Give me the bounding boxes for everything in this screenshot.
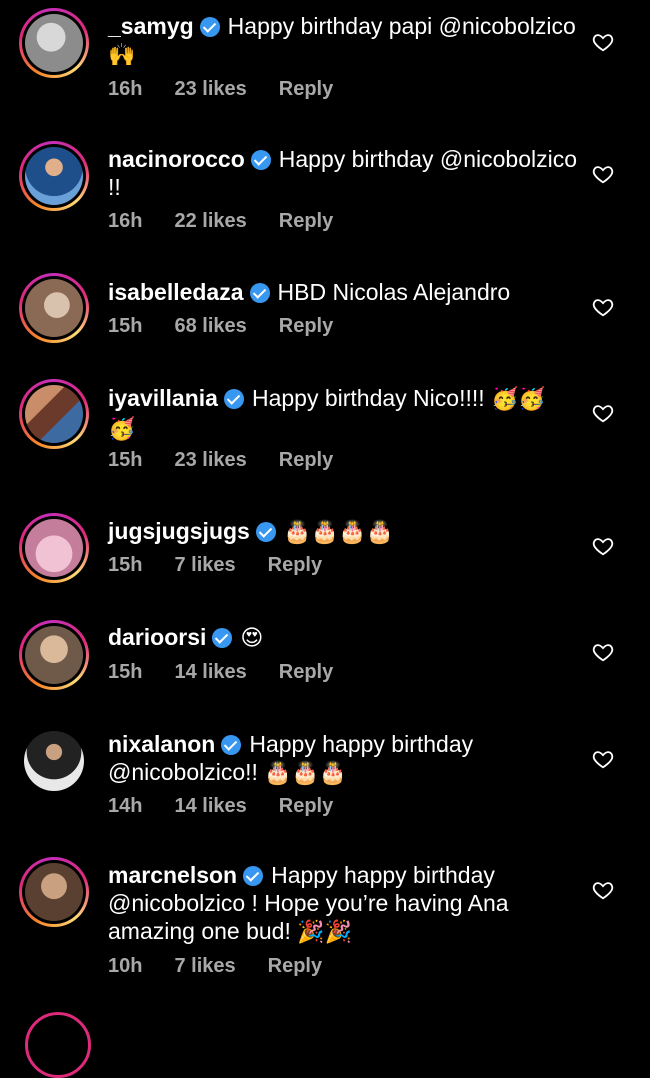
comment-likes[interactable]: 14 likes	[174, 795, 246, 817]
avatar-ring[interactable]	[25, 1012, 91, 1078]
heart-outline-icon[interactable]	[592, 31, 614, 53]
comment-time: 15h	[108, 661, 143, 683]
comment-time: 10h	[108, 955, 143, 977]
comment-likes[interactable]: 23 likes	[174, 78, 246, 100]
avatar	[25, 279, 83, 337]
heart-outline-icon[interactable]	[592, 641, 614, 663]
avatar-ring[interactable]	[19, 379, 89, 449]
comment-username[interactable]: nacinorocco	[108, 146, 245, 172]
avatar	[25, 519, 83, 577]
avatar-ring[interactable]	[19, 141, 89, 211]
heart-outline-icon[interactable]	[592, 296, 614, 318]
comment-username[interactable]: _samyg	[108, 13, 194, 39]
avatar	[25, 863, 83, 921]
avatar-ring[interactable]	[19, 273, 89, 343]
comment-likes[interactable]: 7 likes	[174, 554, 235, 576]
comment-username[interactable]: darioorsi	[108, 624, 206, 650]
comment-likes[interactable]: 23 likes	[174, 449, 246, 471]
verified-badge-icon	[243, 866, 264, 886]
avatar-ring[interactable]	[19, 8, 89, 78]
comment-username[interactable]: marcnelson	[108, 862, 237, 888]
avatar	[25, 147, 83, 205]
heart-outline-icon[interactable]	[592, 879, 614, 901]
comment-emoji: 😍	[240, 626, 264, 651]
comment-time: 16h	[108, 78, 143, 100]
comment-emoji: 🎉🎉	[297, 920, 353, 945]
comment-emoji: 🎂🎂🎂🎂	[283, 520, 394, 545]
verified-badge-icon	[250, 150, 271, 170]
verified-badge-icon	[249, 283, 270, 303]
comment-username[interactable]: isabelledaza	[108, 279, 244, 305]
comment-emoji: 🙌	[108, 43, 136, 68]
comment-text: Happy birthday papi @nicobolzico	[227, 13, 576, 39]
verified-badge-icon	[255, 522, 276, 542]
reply-button[interactable]: Reply	[268, 554, 322, 576]
comment-username[interactable]: nixalanon	[108, 731, 215, 757]
avatar	[25, 385, 83, 443]
avatar	[25, 626, 83, 684]
verified-badge-icon	[199, 17, 220, 37]
comment-likes[interactable]: 22 likes	[174, 210, 246, 232]
comment-text: Happy birthday Nico!!!!	[251, 385, 485, 411]
heart-outline-icon[interactable]	[592, 402, 614, 424]
reply-button[interactable]: Reply	[279, 449, 333, 471]
reply-button[interactable]: Reply	[279, 210, 333, 232]
comment-username[interactable]: iyavillania	[108, 385, 218, 411]
heart-outline-icon[interactable]	[592, 748, 614, 770]
avatar	[25, 14, 83, 72]
comment-likes[interactable]: 68 likes	[174, 315, 246, 337]
avatar-ring[interactable]	[19, 620, 89, 690]
reply-button[interactable]: Reply	[279, 78, 333, 100]
avatar-ring[interactable]	[19, 513, 89, 583]
avatar	[24, 731, 84, 791]
comment-text: HBD Nicolas Alejandro	[277, 279, 511, 305]
comment-time: 16h	[108, 210, 143, 232]
comment-time: 14h	[108, 795, 143, 817]
comment-time: 15h	[108, 554, 143, 576]
comment-likes[interactable]: 14 likes	[174, 661, 246, 683]
reply-button[interactable]: Reply	[279, 795, 333, 817]
reply-button[interactable]: Reply	[268, 955, 322, 977]
verified-badge-icon	[223, 389, 244, 409]
heart-outline-icon[interactable]	[592, 535, 614, 557]
avatar-ring[interactable]	[19, 857, 89, 927]
avatar-ring[interactable]	[19, 726, 89, 796]
comment-time: 15h	[108, 315, 143, 337]
comment-time: 15h	[108, 449, 143, 471]
heart-outline-icon[interactable]	[592, 163, 614, 185]
reply-button[interactable]: Reply	[279, 661, 333, 683]
comment-likes[interactable]: 7 likes	[174, 955, 235, 977]
reply-button[interactable]: Reply	[279, 315, 333, 337]
comment-username[interactable]: jugsjugsjugs	[108, 518, 250, 544]
verified-badge-icon	[221, 735, 242, 755]
comment-emoji: 🎂🎂🎂	[264, 761, 347, 786]
verified-badge-icon	[212, 628, 233, 648]
